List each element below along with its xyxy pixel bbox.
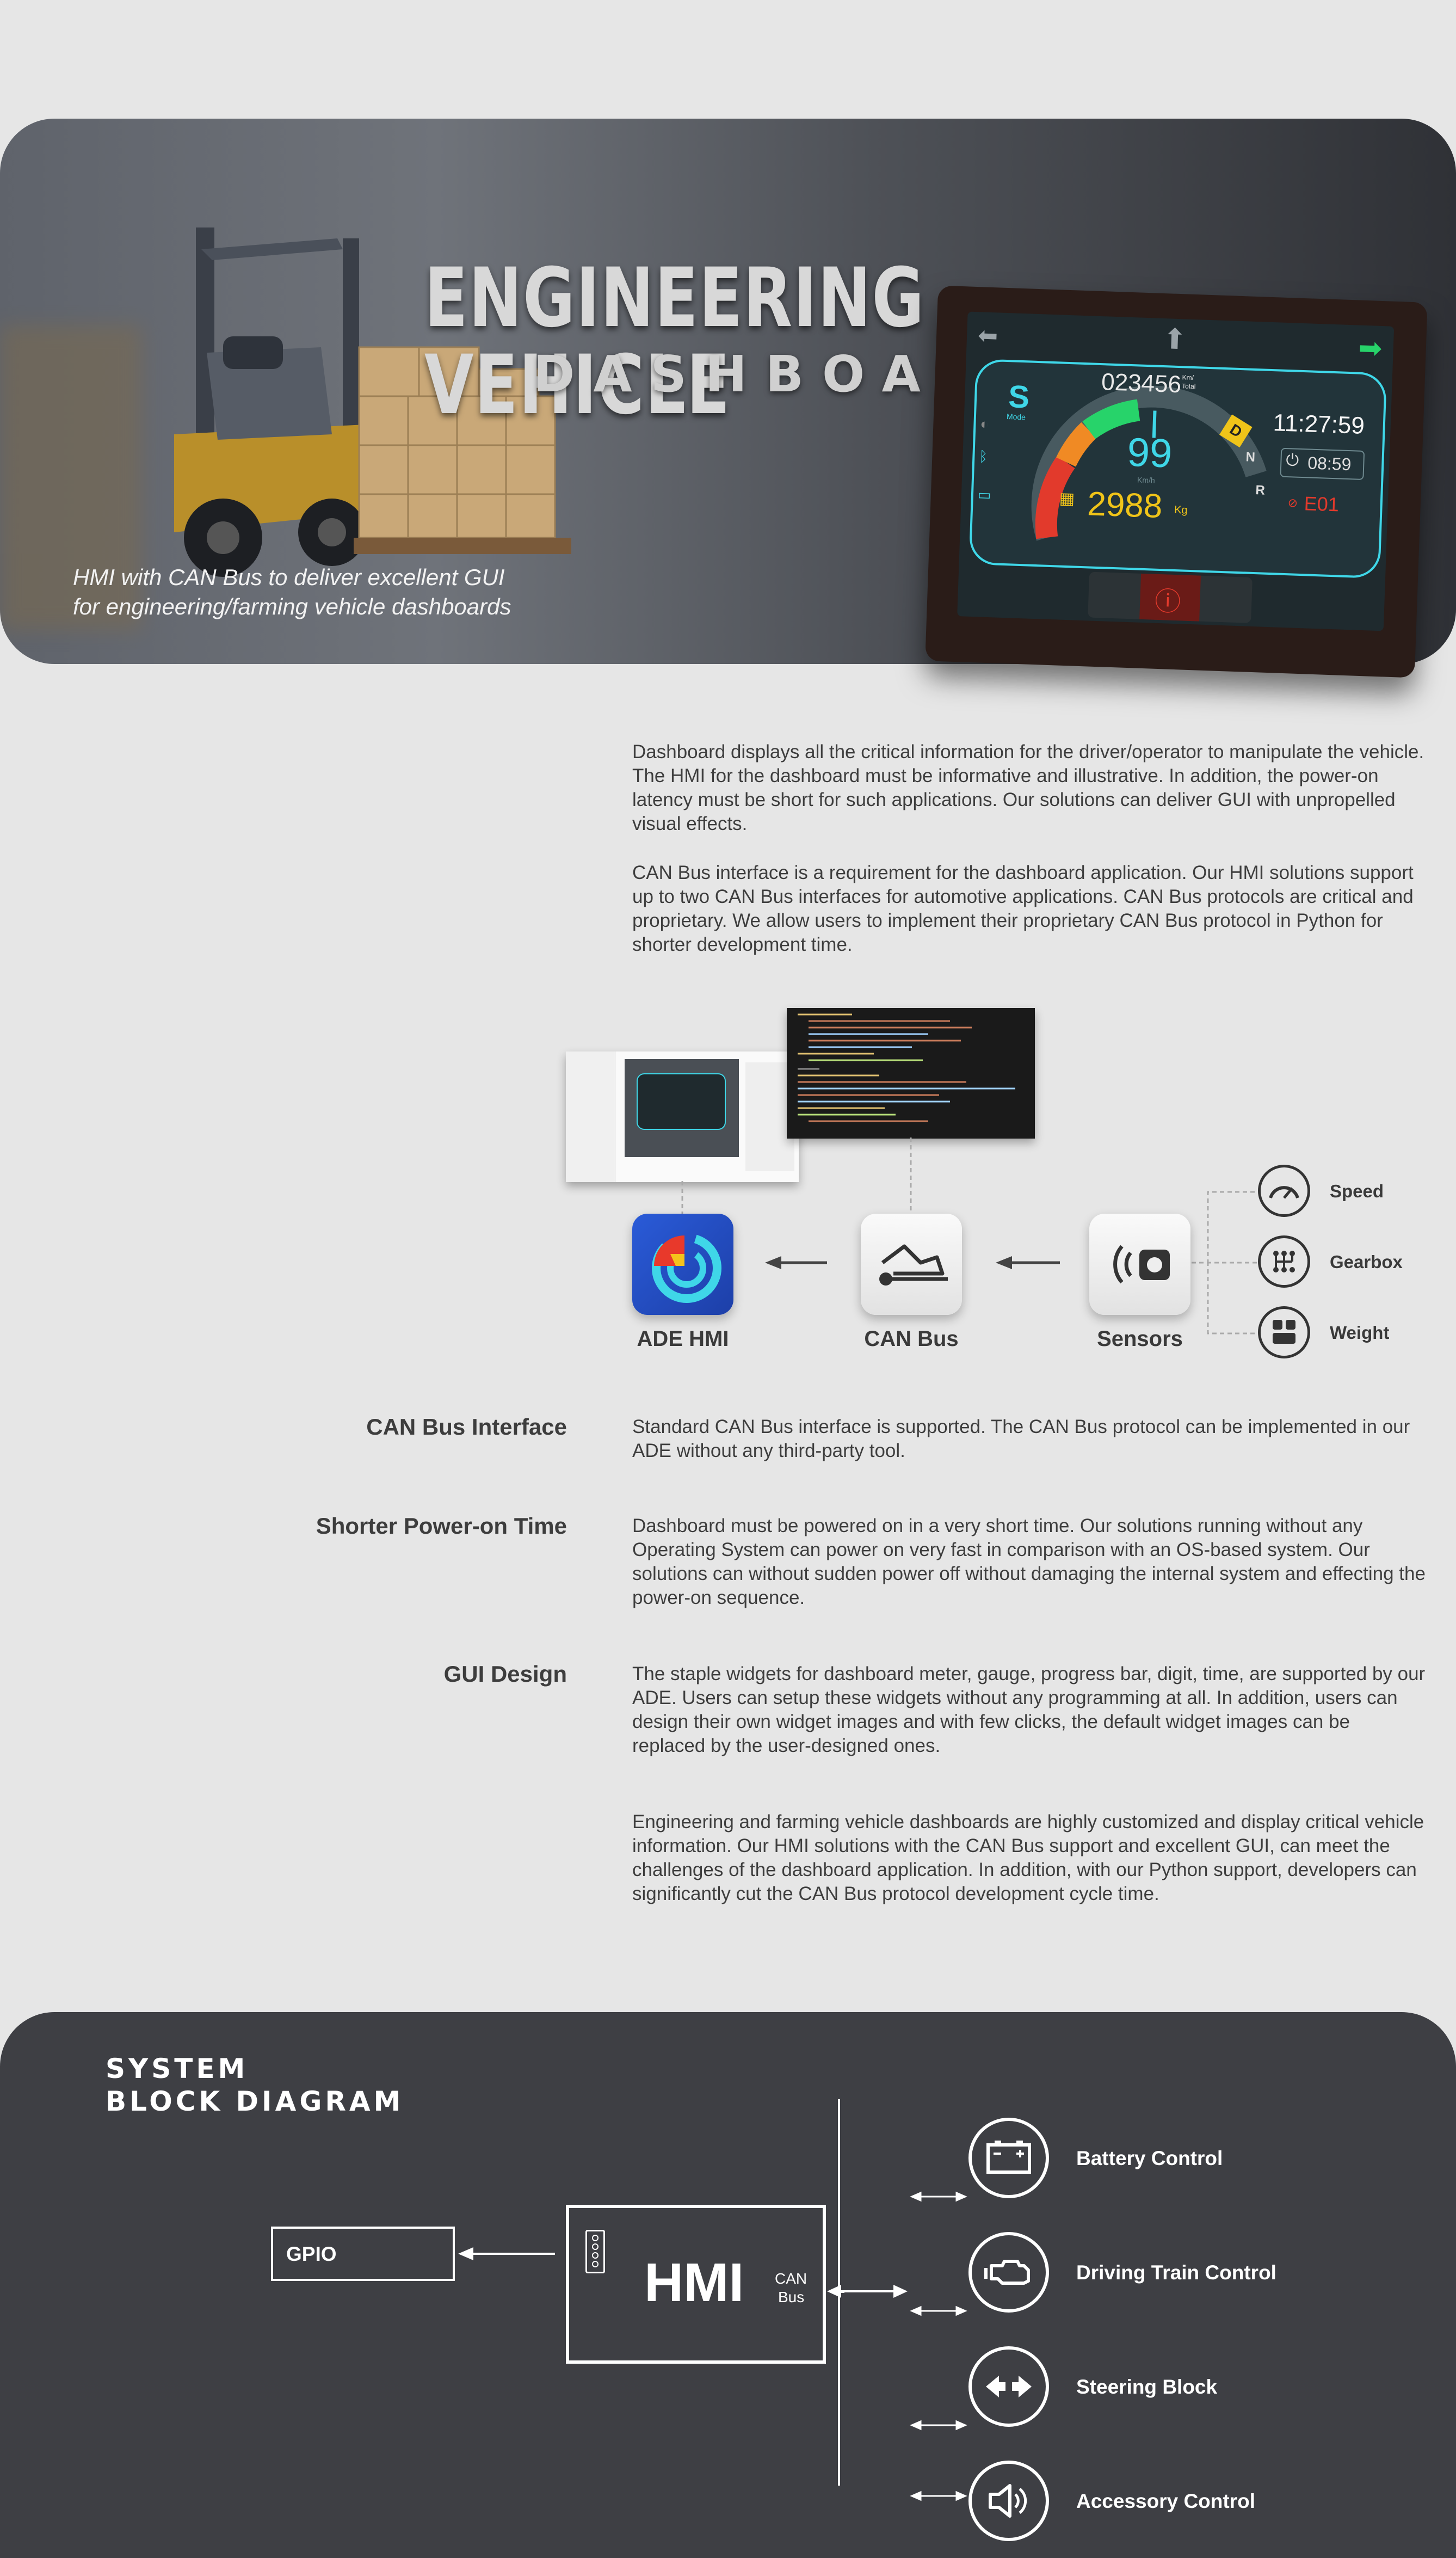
folder-icon: ▭ <box>977 486 992 503</box>
speaker-icon <box>968 2461 1049 2541</box>
can-bus-label-line-1: CAN <box>775 2270 807 2287</box>
clock-value: 11:27:59 <box>1273 409 1365 439</box>
battery-icon <box>968 2118 1049 2198</box>
gearbox-icon <box>1258 1235 1310 1288</box>
engine-icon <box>968 2232 1049 2313</box>
feature-text-can-bus: Standard CAN Bus interface is supported.… <box>632 1416 1410 1461</box>
feature-text-gui-design: The staple widgets for dashboard meter, … <box>632 1663 1426 1756</box>
warning-icon: ⓘ <box>1154 587 1182 617</box>
right-turn-arrow-icon: ➡ <box>1358 332 1383 365</box>
ade-hmi-label: ADE HMI <box>637 1327 729 1351</box>
left-turn-arrow-icon: ⬅ <box>977 322 998 350</box>
python-code-window <box>787 1008 1035 1139</box>
can-bus-node <box>861 1214 962 1315</box>
error-icon: ⊘ <box>1287 496 1298 510</box>
sensor-icon <box>1113 1245 1170 1284</box>
bluetooth-icon: ᛒ <box>978 448 988 465</box>
speed-sensor-label: Speed <box>1330 1181 1384 1201</box>
ade-hmi-node <box>632 1214 733 1315</box>
driving-train-control-label: Driving Train Control <box>1076 2261 1276 2284</box>
up-arrow-icon: ⬆ <box>1162 323 1187 356</box>
hmi-bus-arrow <box>827 2285 908 2298</box>
weight-icon-small: ▦ <box>1059 489 1075 508</box>
power-icon: ⏻ <box>1285 451 1299 470</box>
hero-caption-line-2: for engineering/farming vehicle dashboar… <box>73 594 511 619</box>
dashboard-device: ⬅ ⬆ ➡ S Mode ◐ ᛒ ▭ 023456 Km/ Total 99 K… <box>925 285 1428 678</box>
chip-icon <box>585 2230 605 2273</box>
intro-paragraph-2: CAN Bus interface is a requirement for t… <box>632 862 1414 955</box>
steering-arrows-icon <box>968 2346 1049 2427</box>
power-time-value: 08:59 <box>1307 453 1352 475</box>
system-title-line-1: SYSTEM <box>106 2053 249 2084</box>
dashboard-screen: ⬅ ⬆ ➡ S Mode ◐ ᛒ ▭ 023456 Km/ Total 99 K… <box>957 311 1395 631</box>
mode-label: Mode <box>1006 412 1026 422</box>
feature-text-power-on: Dashboard must be powered on in a very s… <box>632 1515 1426 1608</box>
gear-r: R <box>1255 483 1266 498</box>
system-title-line-2: BLOCK DIAGRAM <box>106 2086 404 2117</box>
can-bus-label-line-2: Bus <box>778 2289 805 2305</box>
gear-n: N <box>1245 450 1256 465</box>
feature-title-gui-design: GUI Design <box>443 1661 567 1687</box>
hmi-label: HMI <box>644 2252 744 2313</box>
accessory-arrow <box>910 2491 967 2501</box>
mode-indicator: S <box>1008 379 1031 415</box>
feature-title-can-bus: CAN Bus Interface <box>366 1414 567 1440</box>
weight-sensor-label: Weight <box>1330 1323 1390 1343</box>
odometer-value: 023456 <box>1101 368 1182 398</box>
error-code: E01 <box>1304 492 1340 516</box>
gpio-label: GPIO <box>286 2243 337 2265</box>
speed-unit: Km/h <box>1137 475 1156 485</box>
hero-caption-line-1: HMI with CAN Bus to deliver excellent GU… <box>73 564 505 590</box>
sensors-node <box>1089 1214 1190 1315</box>
gearbox-sensor-label: Gearbox <box>1330 1252 1403 1272</box>
system-block-diagram-section: SYSTEM BLOCK DIAGRAM GPIO HMI CAN Bus Ba… <box>0 2012 1456 2558</box>
steering-block-label: Steering Block <box>1076 2376 1218 2398</box>
can-bus-icon <box>879 1244 948 1286</box>
weight-value: 2988 <box>1087 485 1163 526</box>
odometer-unit-top: Km/ <box>1182 373 1194 382</box>
accessory-control-label: Accessory Control <box>1076 2490 1255 2512</box>
speedometer-icon <box>1258 1165 1310 1217</box>
ade-hmi-logo-icon <box>652 1233 721 1303</box>
odometer-unit-bottom: Total <box>1181 382 1196 391</box>
battery-control-label: Battery Control <box>1076 2147 1223 2169</box>
weight-unit: Kg <box>1174 503 1188 516</box>
speed-value: 99 <box>1126 429 1173 476</box>
sensors-label: Sensors <box>1097 1327 1183 1351</box>
closing-paragraph: Engineering and farming vehicle dashboar… <box>632 1811 1424 1904</box>
feature-title-power-on: Shorter Power-on Time <box>316 1513 567 1539</box>
can-bus-label: CAN Bus <box>864 1327 959 1351</box>
headlight-icon: ◐ <box>979 415 989 432</box>
intro-paragraph-1: Dashboard displays all the critical info… <box>632 741 1424 834</box>
weight-icon <box>1258 1306 1310 1358</box>
control-arrows <box>910 2191 967 2431</box>
